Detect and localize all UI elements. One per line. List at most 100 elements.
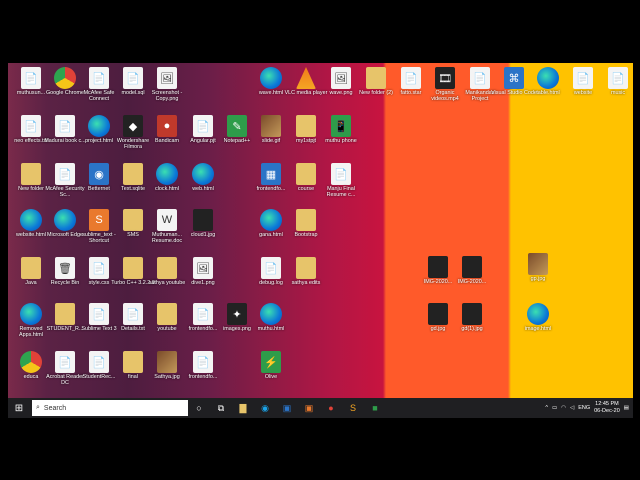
- desktop-icon-label: slide.gif: [261, 138, 281, 144]
- desktop-icon-label: Screenshot - Copy.png: [151, 90, 183, 102]
- system-tray: ^ ▭ ◠ ◁ ENG 12:45 PM 06-Dec-20 ▤: [545, 401, 633, 415]
- volume-icon[interactable]: ◁: [570, 405, 574, 411]
- desktop-icon-label: muthusun...: [16, 90, 46, 96]
- dark-icon: ◆: [123, 115, 143, 137]
- desktop-icon-label: project.html: [85, 138, 113, 144]
- desktop-icon-label: Angular.pjt: [190, 138, 216, 144]
- search-box[interactable]: ⌕ Search: [32, 400, 188, 416]
- vlc-icon: [296, 67, 316, 89]
- desktop-icon-label: educa: [23, 374, 39, 380]
- desktop-icon[interactable]: Bootstrap: [283, 209, 329, 238]
- folder-icon: [296, 257, 316, 279]
- doc-icon: 🖼: [331, 67, 351, 89]
- folder-icon: [366, 67, 386, 89]
- orange-icon: S: [89, 209, 109, 231]
- doc-icon: 📄: [193, 303, 213, 325]
- doc-icon: 🖼: [157, 67, 177, 89]
- desktop-icon[interactable]: gd(1).jpg: [449, 303, 495, 332]
- green-icon: ⚡: [261, 351, 281, 373]
- desktop-icon-label: wave.html: [258, 90, 284, 96]
- battery-icon[interactable]: ▭: [552, 405, 557, 411]
- doc-icon: 📄: [89, 67, 109, 89]
- desktop-icon-label: Bootstrap: [294, 232, 318, 238]
- clock-date: 06-Dec-20: [594, 408, 620, 414]
- notification-icon[interactable]: ▤: [624, 405, 629, 411]
- dark-icon: [428, 303, 448, 325]
- desktop-icon-label: Betternet: [88, 186, 110, 192]
- desktop-icon-label: IMG-2020...: [423, 279, 453, 285]
- green-icon: 📱: [331, 115, 351, 137]
- desktop-icon[interactable]: 📄 Manju Final Resume c...: [318, 163, 364, 198]
- desktop-icon[interactable]: web.html: [180, 163, 226, 192]
- doc-icon: 📄: [193, 351, 213, 373]
- doc-icon: 📄: [89, 303, 109, 325]
- green-icon: ✎: [227, 115, 247, 137]
- desktop-icon-label: youtube: [157, 326, 177, 332]
- desktop-icon-label: Text.sqlite: [121, 186, 145, 192]
- desktop-icon[interactable]: image.html: [515, 303, 561, 332]
- desktop-icon[interactable]: IMG-2020...: [449, 256, 495, 285]
- desktop-icon-label: Olive: [264, 374, 278, 380]
- desktop-icon-label: SMS: [127, 232, 139, 238]
- desktop-icon-label: wave.png: [329, 90, 353, 96]
- folder-icon: [157, 257, 177, 279]
- cortana-icon[interactable]: ○: [188, 398, 210, 418]
- img-icon: [528, 253, 548, 275]
- edge-icon: [260, 209, 282, 231]
- desktop-icon[interactable]: cloud1.jpg: [180, 209, 226, 238]
- desktop-icon-label: frontendfo...: [188, 374, 218, 380]
- green-app-icon[interactable]: ■: [364, 398, 386, 418]
- doc-icon: 📄: [573, 67, 593, 89]
- desktop-icon[interactable]: 📄 music: [595, 67, 633, 96]
- desktop-icon-label: Manju Final Resume c...: [326, 186, 356, 198]
- edge-icon: [156, 163, 178, 185]
- dark-icon: [193, 209, 213, 231]
- desktop-icon-label: Sathya.jpg: [154, 374, 180, 380]
- desktop-icon[interactable]: muthu.html: [248, 303, 294, 332]
- record-icon[interactable]: ●: [320, 398, 342, 418]
- edge-icon: [537, 67, 559, 89]
- taskbar: ⊞ ⌕ Search ○ ⧉ ▇ ◉ ▣ ▣ ● S ■ ^ ▭ ◠ ◁ ENG…: [8, 398, 633, 418]
- dark-icon: [462, 303, 482, 325]
- desktop-icon[interactable]: 📱 muthu phone: [318, 115, 364, 144]
- edge-taskbar-icon[interactable]: ◉: [254, 398, 276, 418]
- desktop-icon-label: muthu phone: [325, 138, 357, 144]
- chrome-icon: [54, 67, 76, 89]
- desktop-icon[interactable]: sathya edits: [283, 257, 329, 286]
- desktop-icon-label: gd.jpg: [430, 326, 446, 332]
- doc-icon: 📄: [608, 67, 628, 89]
- store-icon[interactable]: ▣: [276, 398, 298, 418]
- language-indicator[interactable]: ENG: [578, 405, 590, 411]
- desktop-icon-label: gana.html: [259, 232, 283, 238]
- desktop-icon[interactable]: gp.jpg: [515, 253, 561, 282]
- dark-icon: [462, 256, 482, 278]
- chevron-up-icon[interactable]: ^: [545, 405, 548, 411]
- desktop-icon-label: dive1.png: [191, 280, 215, 286]
- doc-icon: 📄: [55, 115, 75, 137]
- blue-icon: ⌘: [504, 67, 524, 89]
- desktop-icon-label: Details.txt: [121, 326, 145, 332]
- doc-icon: 📄: [55, 351, 75, 373]
- desktop-icon[interactable]: 🖼 Screenshot - Copy.png: [144, 67, 190, 102]
- desktop-icon-label: clock.html: [155, 186, 179, 192]
- desktop-icon[interactable]: 🖼 dive1.png: [180, 257, 226, 286]
- desktop-icon-label: sathya edits: [291, 280, 321, 286]
- orange-app-icon[interactable]: ▣: [298, 398, 320, 418]
- desktop-icon[interactable]: ⚡ Olive: [248, 351, 294, 380]
- desktop-icon-label: New folder: [18, 186, 44, 192]
- dark-icon: 🎞: [435, 67, 455, 89]
- network-icon[interactable]: ◠: [561, 405, 566, 411]
- doc-icon: 📄: [470, 67, 490, 89]
- desktop-icon-label: cloud1.jpg: [190, 232, 216, 238]
- start-button[interactable]: ⊞: [8, 398, 30, 418]
- desktop-icon[interactable]: 📄 frontendfo...: [180, 351, 226, 380]
- sublime-icon[interactable]: S: [342, 398, 364, 418]
- desktop-icon-label: images.png: [223, 326, 251, 332]
- clock[interactable]: 12:45 PM 06-Dec-20: [594, 401, 620, 415]
- desktop-icon-label: IMG-2020...: [457, 279, 487, 285]
- doc-icon: W: [157, 209, 177, 231]
- task-view-icon[interactable]: ⧉: [210, 398, 232, 418]
- file-explorer-icon[interactable]: ▇: [232, 398, 254, 418]
- desktop-icon-label: web.html: [192, 186, 214, 192]
- desktop-icon-label: my1stpjt: [295, 138, 317, 144]
